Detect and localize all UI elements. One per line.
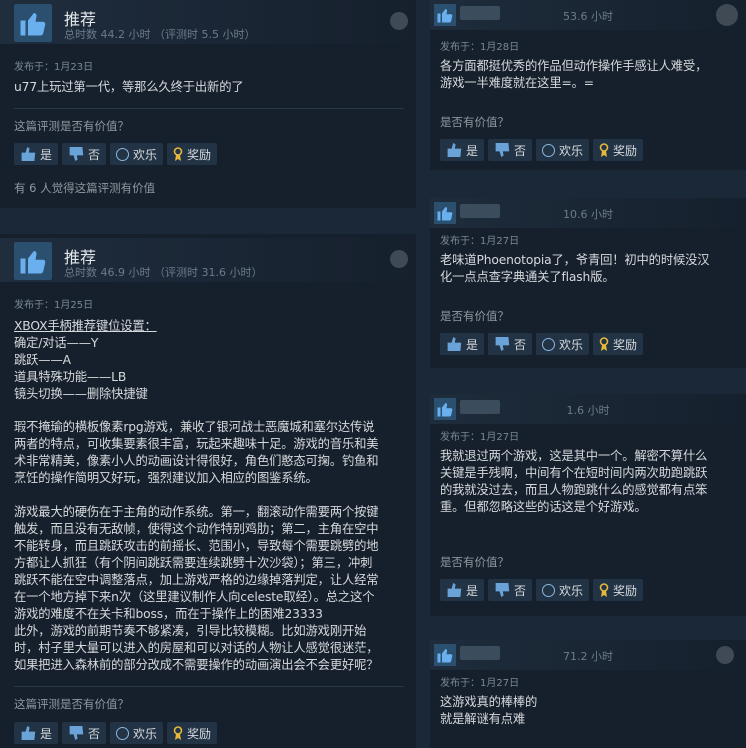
vote-yes-button[interactable]: 是 — [440, 139, 485, 161]
helpful-question: 这篇评测是否有价值？ — [14, 697, 129, 711]
playtime: 71.2 小时 — [563, 650, 613, 663]
review-text: 老味道Phoenotopia了，爷青回！初中的时候没汉 化一点点查字典通关了fl… — [440, 253, 710, 284]
review-card: 推荐 总时数 46.9 小时 （评测时 31.6 小时） 发布于：1月25日 X… — [0, 234, 416, 748]
helpful-question: 是否有价值？ — [440, 309, 509, 323]
post-date: 发布于：1月27日 — [440, 432, 520, 443]
vote-buttons: 是 否 欢乐 奖励 — [440, 333, 644, 355]
thumbs-down-icon — [495, 583, 510, 597]
review-header: 推荐 总时数 44.2 小时 （评测时 5.5 小时） — [0, 0, 416, 44]
thumbs-up-icon — [447, 583, 462, 597]
review-text: 这游戏真的棒棒的 就是解谜有点难 — [440, 695, 538, 726]
vote-buttons: 是 否 欢乐 奖励 — [14, 143, 218, 165]
vote-no-button[interactable]: 否 — [488, 333, 533, 355]
vote-buttons: 是 否 欢乐 奖励 — [14, 722, 218, 744]
review-text: u77上玩过第一代，等那么久终于出新的了 — [14, 80, 244, 94]
playtime: 53.6 小时 — [563, 10, 613, 23]
thumbs-up-icon — [447, 143, 462, 157]
review-card: 推荐 总时数 44.2 小时 （评测时 5.5 小时） 发布于：1月23日 u7… — [0, 0, 416, 208]
key-icon[interactable] — [716, 646, 734, 664]
vote-buttons: 是 否 欢乐 奖励 — [440, 139, 644, 161]
helpful-question: 是否有价值？ — [440, 555, 509, 569]
vote-funny-button[interactable]: 欢乐 — [110, 722, 164, 744]
steam-icon[interactable] — [716, 4, 738, 26]
award-icon — [599, 583, 609, 597]
award-icon — [599, 337, 609, 351]
award-button[interactable]: 奖励 — [167, 143, 218, 165]
divider — [14, 108, 404, 109]
award-icon — [173, 726, 183, 740]
smiley-icon — [116, 726, 130, 740]
steam-icon[interactable] — [390, 250, 408, 268]
post-date: 发布于：1月23日 — [14, 62, 94, 73]
vote-no-button[interactable]: 否 — [62, 722, 107, 744]
review-header: 71.2 小时 — [430, 640, 746, 670]
thumbs-down-icon — [495, 337, 510, 351]
thumbs-down-icon — [495, 143, 510, 157]
review-heading: XBOX手柄推荐键位设置： — [14, 319, 157, 333]
thumbs-up-icon — [21, 726, 36, 740]
smiley-icon — [116, 147, 130, 161]
left-review-column: 推荐 总时数 44.2 小时 （评测时 5.5 小时） 发布于：1月23日 u7… — [0, 0, 416, 748]
key-bindings: 确定/对话——Y 跳跃——A 道具特殊功能——LB 镜头切换——删除快捷键 — [14, 336, 148, 401]
vote-funny-button[interactable]: 欢乐 — [536, 333, 590, 355]
review-card: 71.2 小时 发布于：1月27日 这游戏真的棒棒的 就是解谜有点难 — [430, 640, 746, 748]
playtime: 总时数 44.2 小时 （评测时 5.5 小时） — [64, 28, 256, 41]
review-card: 1.6 小时 发布于：1月27日 我就退过两个游戏，这是其中一个。解密不算什么 … — [430, 394, 746, 616]
smiley-icon — [542, 337, 556, 351]
post-date: 发布于：1月27日 — [440, 236, 520, 247]
award-icon — [599, 143, 609, 157]
right-review-column: 53.6 小时 发布于：1月28日 各方面都挺优秀的作品但动作操作手感让人难受，… — [430, 0, 746, 748]
vote-yes-button[interactable]: 是 — [440, 333, 485, 355]
playtime: 1.6 小时 — [566, 404, 610, 417]
vote-no-button[interactable]: 否 — [488, 579, 533, 601]
award-button[interactable]: 奖励 — [593, 333, 644, 355]
vote-buttons: 是 否 欢乐 奖励 — [440, 579, 644, 601]
review-card: 10.6 小时 发布于：1月27日 老味道Phoenotopia了，爷青回！初中… — [430, 198, 746, 368]
award-button[interactable]: 奖励 — [593, 579, 644, 601]
smiley-icon — [542, 143, 556, 157]
thumbs-up-icon — [21, 147, 36, 161]
post-date: 发布于：1月28日 — [440, 42, 520, 53]
vote-funny-button[interactable]: 欢乐 — [536, 579, 590, 601]
vote-yes-button[interactable]: 是 — [14, 722, 59, 744]
playtime: 总时数 46.9 小时 （评测时 31.6 小时） — [64, 266, 263, 279]
smiley-icon — [542, 583, 556, 597]
thumbs-up-icon — [447, 337, 462, 351]
review-header: 推荐 总时数 46.9 小时 （评测时 31.6 小时） — [0, 238, 416, 282]
review-text: 我就退过两个游戏，这是其中一个。解密不算什么 关键是手残啊，中间有个在短时间内两… — [440, 449, 708, 514]
review-paragraph: 游戏最大的硬伤在于主角的动作系统。第一，翻滚动作需要两个按键 触发，而且没有无敌… — [14, 505, 379, 672]
review-paragraph: 瑕不掩瑜的横板像素rpg游戏，兼收了银河战士恶魔城和塞尔达传说 两者的特点，可收… — [14, 420, 379, 485]
helpful-question: 是否有价值？ — [440, 115, 509, 129]
vote-funny-button[interactable]: 欢乐 — [110, 143, 164, 165]
award-button[interactable]: 奖励 — [593, 139, 644, 161]
vote-funny-button[interactable]: 欢乐 — [536, 139, 590, 161]
playtime: 10.6 小时 — [563, 208, 613, 221]
review-header: 10.6 小时 — [430, 198, 746, 228]
thumbs-down-icon — [69, 726, 84, 740]
review-header: 1.6 小时 — [430, 394, 746, 424]
helpful-count: 有 6 人觉得这篇评测有价值 — [14, 181, 156, 195]
review-text: 各方面都挺优秀的作品但动作操作手感让人难受， 游戏一半难度就在这里=。= — [440, 59, 708, 90]
divider — [14, 686, 404, 687]
post-date: 发布于：1月25日 — [14, 300, 94, 311]
vote-yes-button[interactable]: 是 — [14, 143, 59, 165]
thumbs-down-icon — [69, 147, 84, 161]
steam-icon[interactable] — [390, 12, 408, 30]
vote-no-button[interactable]: 否 — [488, 139, 533, 161]
post-date: 发布于：1月27日 — [440, 678, 520, 689]
review-card: 53.6 小时 发布于：1月28日 各方面都挺优秀的作品但动作操作手感让人难受，… — [430, 0, 746, 170]
thumbs-up-icon — [14, 4, 52, 42]
vote-no-button[interactable]: 否 — [62, 143, 107, 165]
thumbs-up-icon — [14, 242, 52, 280]
review-header: 53.6 小时 — [430, 0, 746, 30]
award-button[interactable]: 奖励 — [167, 722, 218, 744]
helpful-question: 这篇评测是否有价值？ — [14, 119, 129, 133]
vote-yes-button[interactable]: 是 — [440, 579, 485, 601]
award-icon — [173, 147, 183, 161]
